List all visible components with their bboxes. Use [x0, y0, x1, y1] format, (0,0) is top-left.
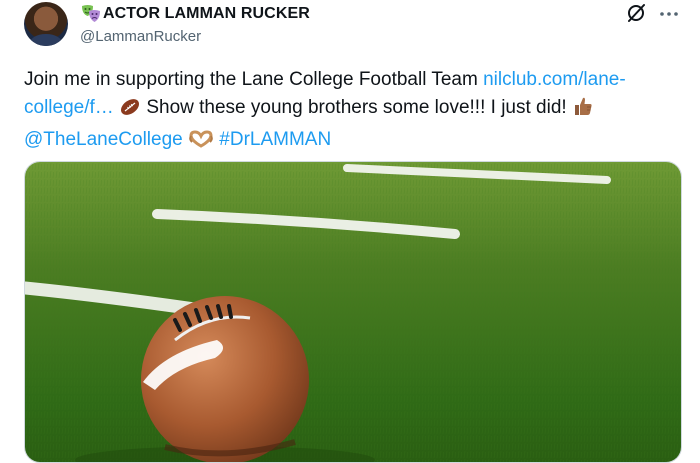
handle[interactable]: @LammanRucker: [80, 28, 310, 45]
author-block: ACTOR LAMMAN RUCKER @LammanRucker: [80, 4, 310, 45]
heart-hands-emoji: [188, 129, 214, 158]
display-name[interactable]: ACTOR LAMMAN RUCKER: [103, 5, 310, 23]
more-icon[interactable]: [658, 3, 680, 25]
mention-link[interactable]: @TheLaneCollege: [24, 129, 183, 150]
thumbs-up-emoji: [572, 95, 594, 126]
tweet-text: Join me in supporting the Lane College F…: [24, 66, 684, 158]
theater-masks-icon: [80, 4, 102, 24]
tweet-image[interactable]: [24, 161, 682, 463]
grok-icon[interactable]: [625, 2, 647, 24]
tweet-text-part: Show these young brothers some love!!! I…: [141, 97, 572, 118]
tweet-text-part: Join me in supporting the Lane College F…: [24, 69, 484, 90]
name-row[interactable]: ACTOR LAMMAN RUCKER: [80, 4, 310, 24]
avatar[interactable]: [24, 2, 68, 46]
football-emoji: [119, 97, 141, 126]
hashtag-link[interactable]: #DrLAMMAN: [219, 129, 331, 150]
